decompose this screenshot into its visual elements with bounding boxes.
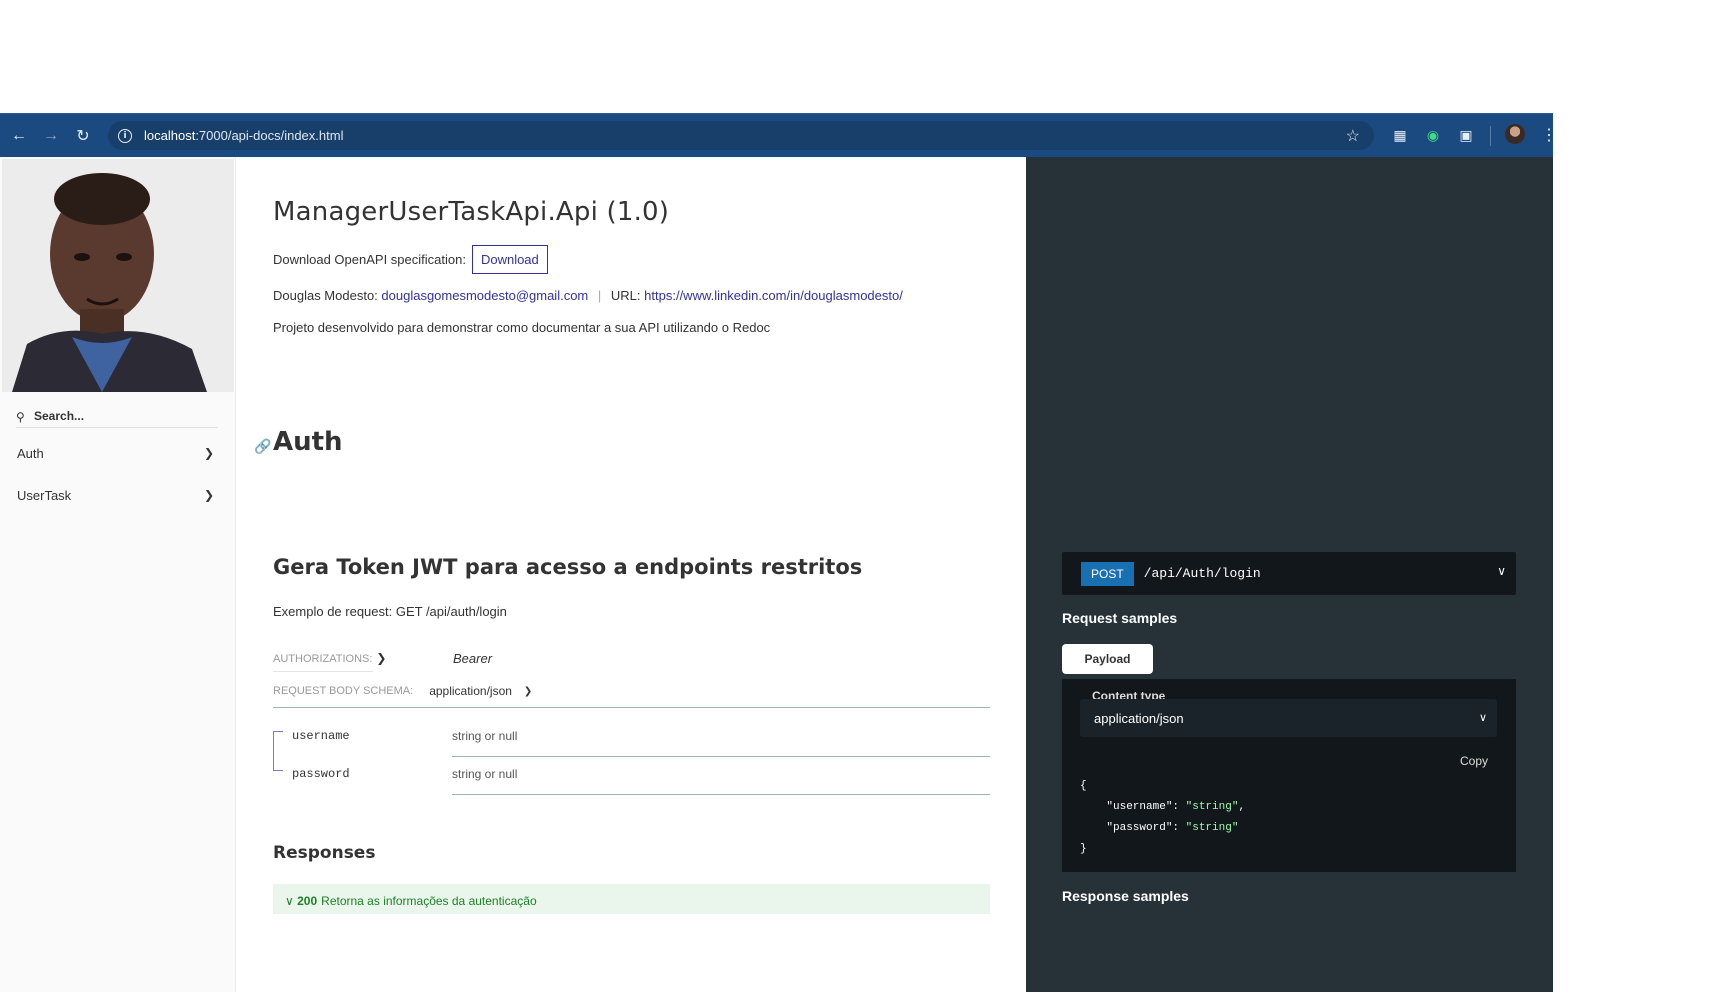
authorizations-label: Authorizations: [273,653,373,665]
code-sample: { "username": "string", "password": "str… [1080,780,1246,855]
request-samples-title: Request samples [1062,610,1178,626]
samples-panel: POST /api/Auth/login ∨ Request samples P… [1026,157,1553,992]
sidebar-item-usertask[interactable]: UserTask ❯ [0,475,236,515]
tab-payload[interactable]: Payload [1062,644,1153,674]
operation-title: Gera Token JWT para acesso a endpoints r… [273,555,863,579]
contact-email-link[interactable]: douglasgomesmodesto@gmail.com [381,288,588,303]
browser-toolbar: ← → ↻ i localhost:7000/api-docs/index.ht… [0,113,1557,157]
response-samples-title: Response samples [1062,888,1189,904]
copy-button[interactable]: Copy [1460,754,1488,768]
bookmark-star-icon[interactable]: ☆ [1346,126,1360,146]
sidebar-item-auth[interactable]: Auth ❯ [0,433,236,473]
sidebar: ⚲ Auth ❯ UserTask ❯ [0,157,236,992]
download-row: Download OpenAPI specification: Download [273,245,548,274]
field-row: password string or null [273,757,990,795]
code-value: "string" [1185,801,1239,813]
qr-code-icon[interactable]: ▦ [1389,124,1411,146]
search-box[interactable]: ⚲ [16,404,218,428]
operation-description: Exemplo de request: GET /api/auth/login [273,604,507,619]
content-type-value: application/json [1094,711,1184,726]
menu-kebab-icon[interactable]: ⋮ [1541,125,1557,145]
anchor-link-icon[interactable]: 🔗 [254,438,271,455]
chevron-down-icon: ∨ [1497,564,1506,578]
toolbar-divider [1490,126,1491,146]
code-key: "username" [1106,801,1173,813]
page-title: ManagerUserTaskApi.Api (1.0) [273,197,670,227]
field-type: string or null [452,767,990,795]
contact-name: Douglas Modesto: [273,288,378,303]
extension-green-icon[interactable]: ◉ [1422,124,1444,146]
contact-info: Douglas Modesto: douglasgomesmodesto@gma… [273,288,903,303]
search-input[interactable] [34,408,204,423]
field-row: username string or null [273,719,990,757]
authorizations-toggle[interactable]: Authorizations: ❯ [273,651,386,672]
sidebar-item-label: UserTask [17,487,72,503]
chevron-down-icon[interactable]: ❯ [524,686,532,697]
code-brace: { [1080,780,1087,792]
forward-arrow-icon[interactable]: → [35,120,67,152]
profile-avatar[interactable] [1505,124,1525,144]
url-label: URL: [610,288,641,303]
download-button[interactable]: Download [471,245,548,274]
search-icon: ⚲ [16,409,25,424]
field-name: password [292,767,350,781]
code-value: "string" [1185,822,1239,834]
site-info-icon[interactable]: i [118,128,132,143]
schema-label: Request Body schema: [273,685,414,697]
main-content: ManagerUserTaskApi.Api (1.0) Download Op… [236,157,1026,992]
schema-content-type[interactable]: application/json [429,684,512,698]
extensions-puzzle-icon[interactable]: ▣ [1455,124,1477,146]
portrait-image [2,159,234,392]
chevron-right-icon: ❯ [376,651,387,665]
url-path: :7000/api-docs/index.html [195,128,344,143]
url-text: localhost:7000/api-docs/index.html [144,128,343,143]
address-bar[interactable]: i localhost:7000/api-docs/index.html ☆ [108,121,1374,150]
endpoint-path: /api/Auth/login [1143,566,1261,581]
response-200-toggle[interactable]: ∨ 200 Retorna as informações da autentica… [273,884,990,914]
http-method-badge: POST [1081,561,1134,586]
field-name: username [292,729,350,743]
section-title-auth: Auth [273,427,343,457]
chevron-right-icon: ❯ [203,488,214,502]
url-host: localhost [144,128,196,143]
chevron-right-icon: ❯ [203,446,214,460]
code-brace: } [1080,843,1087,855]
response-code: 200 [297,894,318,908]
code-key: "password" [1106,822,1173,834]
download-label: Download OpenAPI specification: [273,252,466,267]
linkedin-link[interactable]: https://www.linkedin.com/in/douglasmodes… [644,288,903,303]
auth-bearer: Bearer [453,651,493,666]
reload-icon[interactable]: ↻ [67,120,99,152]
chevron-down-icon: ∨ [1478,711,1487,724]
responses-title: Responses [273,843,376,863]
endpoint-selector[interactable]: POST /api/Auth/login ∨ [1062,552,1516,595]
back-arrow-icon[interactable]: ← [3,120,35,152]
contact-separator: | [597,288,602,303]
logo-photo [2,159,234,392]
chevron-down-icon: ∨ [285,894,298,908]
api-description: Projeto desenvolvido para demonstrar com… [273,320,771,335]
field-type: string or null [452,729,990,757]
content-type-select[interactable]: application/json ∨ [1080,699,1497,737]
request-sample-box: Content type application/json ∨ Copy { "… [1062,679,1516,872]
request-body-schema: Request Body schema: application/json ❯ [273,684,990,708]
sidebar-item-label: Auth [17,445,44,461]
response-text: Retorna as informações da autenticação [321,894,537,908]
